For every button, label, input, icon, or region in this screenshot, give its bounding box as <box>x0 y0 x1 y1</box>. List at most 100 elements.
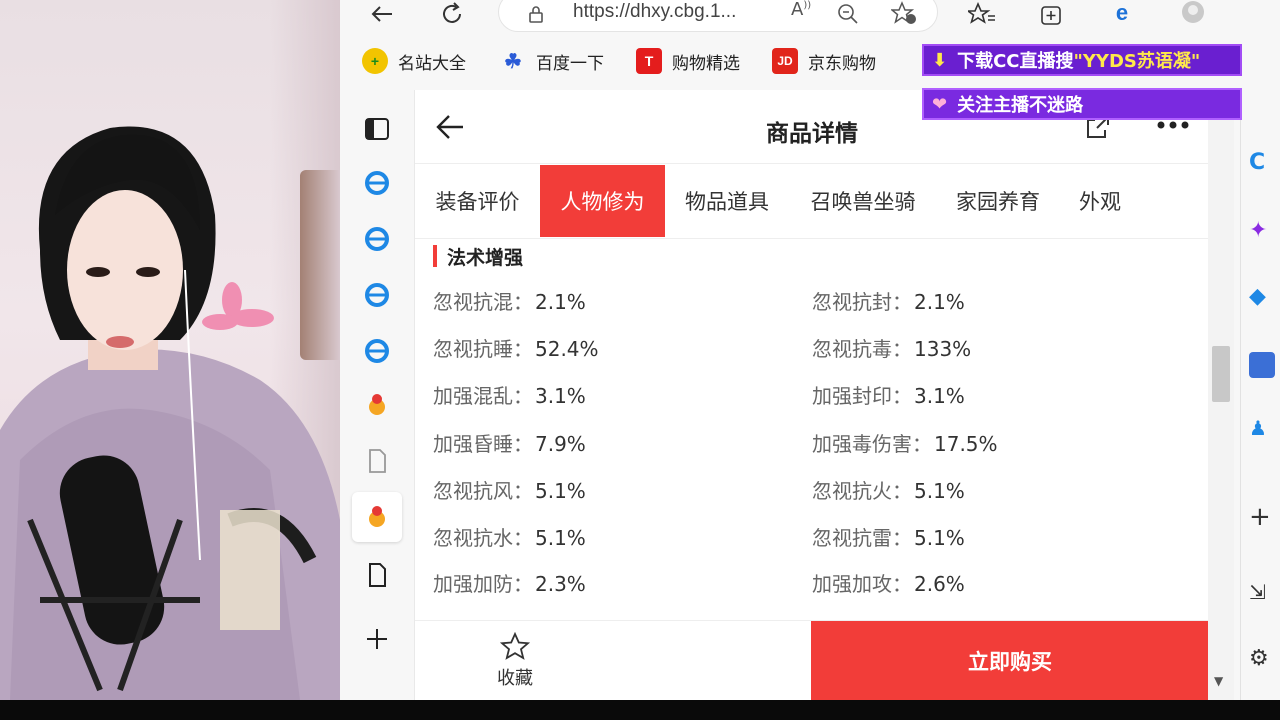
scroll-down-icon[interactable]: ▼ <box>1214 674 1223 688</box>
stat-value: 133% <box>914 337 972 361</box>
overlay-text: 关注主播不迷路 <box>957 95 1084 116</box>
browser-toolbar: https://dhxy.cbg.1... A)) e <box>340 0 1280 36</box>
favorite-link-1[interactable]: + 名站大全 <box>362 46 466 76</box>
stat-item: 忽视抗水： 5.1% <box>433 522 586 551</box>
stat-item: 加强昏睡： 7.9% <box>433 428 586 457</box>
stat-value: 3.1% <box>535 384 586 408</box>
right-sidebar-rail: C ✦ ◆ ♟ + ⇲ ⚙ <box>1240 90 1280 700</box>
favorites-icon[interactable] <box>968 2 996 26</box>
streamer-figure <box>0 126 340 700</box>
stat-item: 加强毒伤害： 17.5% <box>812 428 998 457</box>
tab-appearance[interactable]: 外观 <box>1059 165 1141 237</box>
back-icon[interactable] <box>368 2 396 26</box>
stat-item: 加强加防： 2.3% <box>433 568 586 597</box>
stat-label: 加强加攻： <box>812 572 912 596</box>
stat-label: 加强加防： <box>433 572 533 596</box>
favorite-button[interactable]: 收藏 <box>455 621 575 700</box>
tab-pets-mounts[interactable]: 召唤兽坐骑 <box>789 165 937 237</box>
JD-icon: JD <box>772 48 798 74</box>
stat-label: 忽视抗封： <box>812 290 912 314</box>
tab-equipment-review[interactable]: 装备评价 <box>415 165 540 237</box>
stat-item: 加强混乱： 3.1% <box>433 380 586 409</box>
tools-icon[interactable] <box>1249 352 1275 378</box>
read-aloud-icon[interactable]: A)) <box>791 0 811 20</box>
stat-item: 忽视抗风： 5.1% <box>433 475 586 504</box>
bottom-strip <box>0 700 1280 720</box>
copilot-icon[interactable]: C <box>1249 150 1275 176</box>
heart-icon: ❤ <box>932 93 948 115</box>
stat-label: 忽视抗混： <box>433 290 533 314</box>
add-sidebar-icon[interactable]: + <box>1249 502 1275 532</box>
ie-tab-icon[interactable] <box>362 280 392 310</box>
stat-item: 忽视抗混： 2.1% <box>433 286 586 315</box>
stat-label: 忽视抗火： <box>812 479 912 503</box>
stat-value: 2.3% <box>535 572 586 596</box>
more-icon[interactable] <box>1155 118 1191 132</box>
new-tab-icon[interactable] <box>362 624 392 654</box>
bottom-action-bar: 收藏 立即购买 <box>415 620 1208 700</box>
stat-item: 加强加攻： 2.6% <box>812 568 965 597</box>
tab-home[interactable]: 家园养育 <box>937 165 1059 237</box>
lock-icon <box>529 6 543 23</box>
tab-actions-icon[interactable] <box>362 114 392 144</box>
game-tab-icon <box>369 506 385 527</box>
sparkle-icon[interactable]: ✦ <box>1249 218 1275 244</box>
tab-items[interactable]: 物品道具 <box>665 165 789 237</box>
stream-overlay-follow: ❤ 关注主播不迷路 <box>922 88 1242 120</box>
stat-label: 忽视抗雷： <box>812 526 912 550</box>
stat-item: 忽视抗毒： 133% <box>812 333 971 362</box>
overlay-highlight: "YYDS苏语凝" <box>1073 51 1201 72</box>
buy-now-button[interactable]: 立即购买 <box>811 621 1208 700</box>
add-favorite-icon[interactable] <box>891 1 917 25</box>
stat-item: 忽视抗封： 2.1% <box>812 286 965 315</box>
game-tab-icon[interactable] <box>362 390 392 420</box>
section-accent-bar <box>433 245 437 267</box>
stat-label: 忽视抗风： <box>433 479 533 503</box>
ie-tab-icon[interactable] <box>362 168 392 198</box>
stat-label: 忽视抗水： <box>433 526 533 550</box>
stat-item: 加强封印： 3.1% <box>812 380 965 409</box>
stat-item: 忽视抗睡： 52.4% <box>433 333 599 362</box>
stat-label: 加强毒伤害： <box>812 432 932 456</box>
stat-value: 5.1% <box>535 479 586 503</box>
address-bar[interactable]: https://dhxy.cbg.1... A)) <box>498 0 938 32</box>
product-detail-page: 商品详情 装备评价 人物修为 物品道具 召唤兽坐骑 家园养育 外观 法术增强 忽… <box>414 90 1208 700</box>
browser-extension-icon[interactable]: e <box>1108 2 1136 26</box>
stat-label: 加强昏睡： <box>433 432 533 456</box>
favorite-label: 百度一下 <box>536 53 604 74</box>
profile-avatar-icon[interactable] <box>1176 0 1210 30</box>
stat-value: 2.6% <box>914 572 965 596</box>
settings-gear-icon[interactable]: ⚙ <box>1249 646 1275 672</box>
url-text: https://dhxy.cbg.1... <box>573 1 737 22</box>
collections-icon[interactable] <box>1038 2 1066 26</box>
stat-value: 5.1% <box>914 526 965 550</box>
favorite-label: 名站大全 <box>398 53 466 74</box>
open-external-icon[interactable]: ⇲ <box>1249 580 1275 606</box>
page-scrollbar[interactable]: ▼ <box>1208 90 1234 700</box>
tab-character-cultivation[interactable]: 人物修为 <box>540 165 665 237</box>
stat-label: 加强封印： <box>812 384 912 408</box>
favorite-link-2[interactable]: ☘ 百度一下 <box>500 46 604 76</box>
favorite-label: 购物精选 <box>672 53 740 74</box>
refresh-icon[interactable] <box>438 2 466 26</box>
stat-value: 2.1% <box>914 290 965 314</box>
favorite-link-4[interactable]: JD 京东购物 <box>772 46 876 76</box>
stream-overlay-download: ⬇ 下载CC直播搜 "YYDS苏语凝" <box>922 44 1242 76</box>
zoom-icon[interactable] <box>837 3 859 25</box>
document-tab-icon[interactable] <box>362 446 392 476</box>
stat-value: 5.1% <box>914 479 965 503</box>
active-tab[interactable] <box>352 492 402 542</box>
section-title-text: 法术增强 <box>447 246 524 269</box>
document-tab-icon[interactable] <box>362 560 392 590</box>
scroll-thumb[interactable] <box>1212 346 1230 402</box>
diamond-icon[interactable]: ◆ <box>1249 284 1275 310</box>
person-icon[interactable]: ♟ <box>1249 416 1275 442</box>
ie-tab-icon[interactable] <box>362 336 392 366</box>
stat-value: 17.5% <box>934 432 998 456</box>
stat-value: 2.1% <box>535 290 586 314</box>
ie-tab-icon[interactable] <box>362 224 392 254</box>
stat-label: 忽视抗毒： <box>812 337 912 361</box>
screen: https://dhxy.cbg.1... A)) e + 名站大全 ☘ 百度一… <box>0 0 1280 720</box>
favorite-link-3[interactable]: T 购物精选 <box>636 46 740 76</box>
stat-value: 3.1% <box>914 384 965 408</box>
